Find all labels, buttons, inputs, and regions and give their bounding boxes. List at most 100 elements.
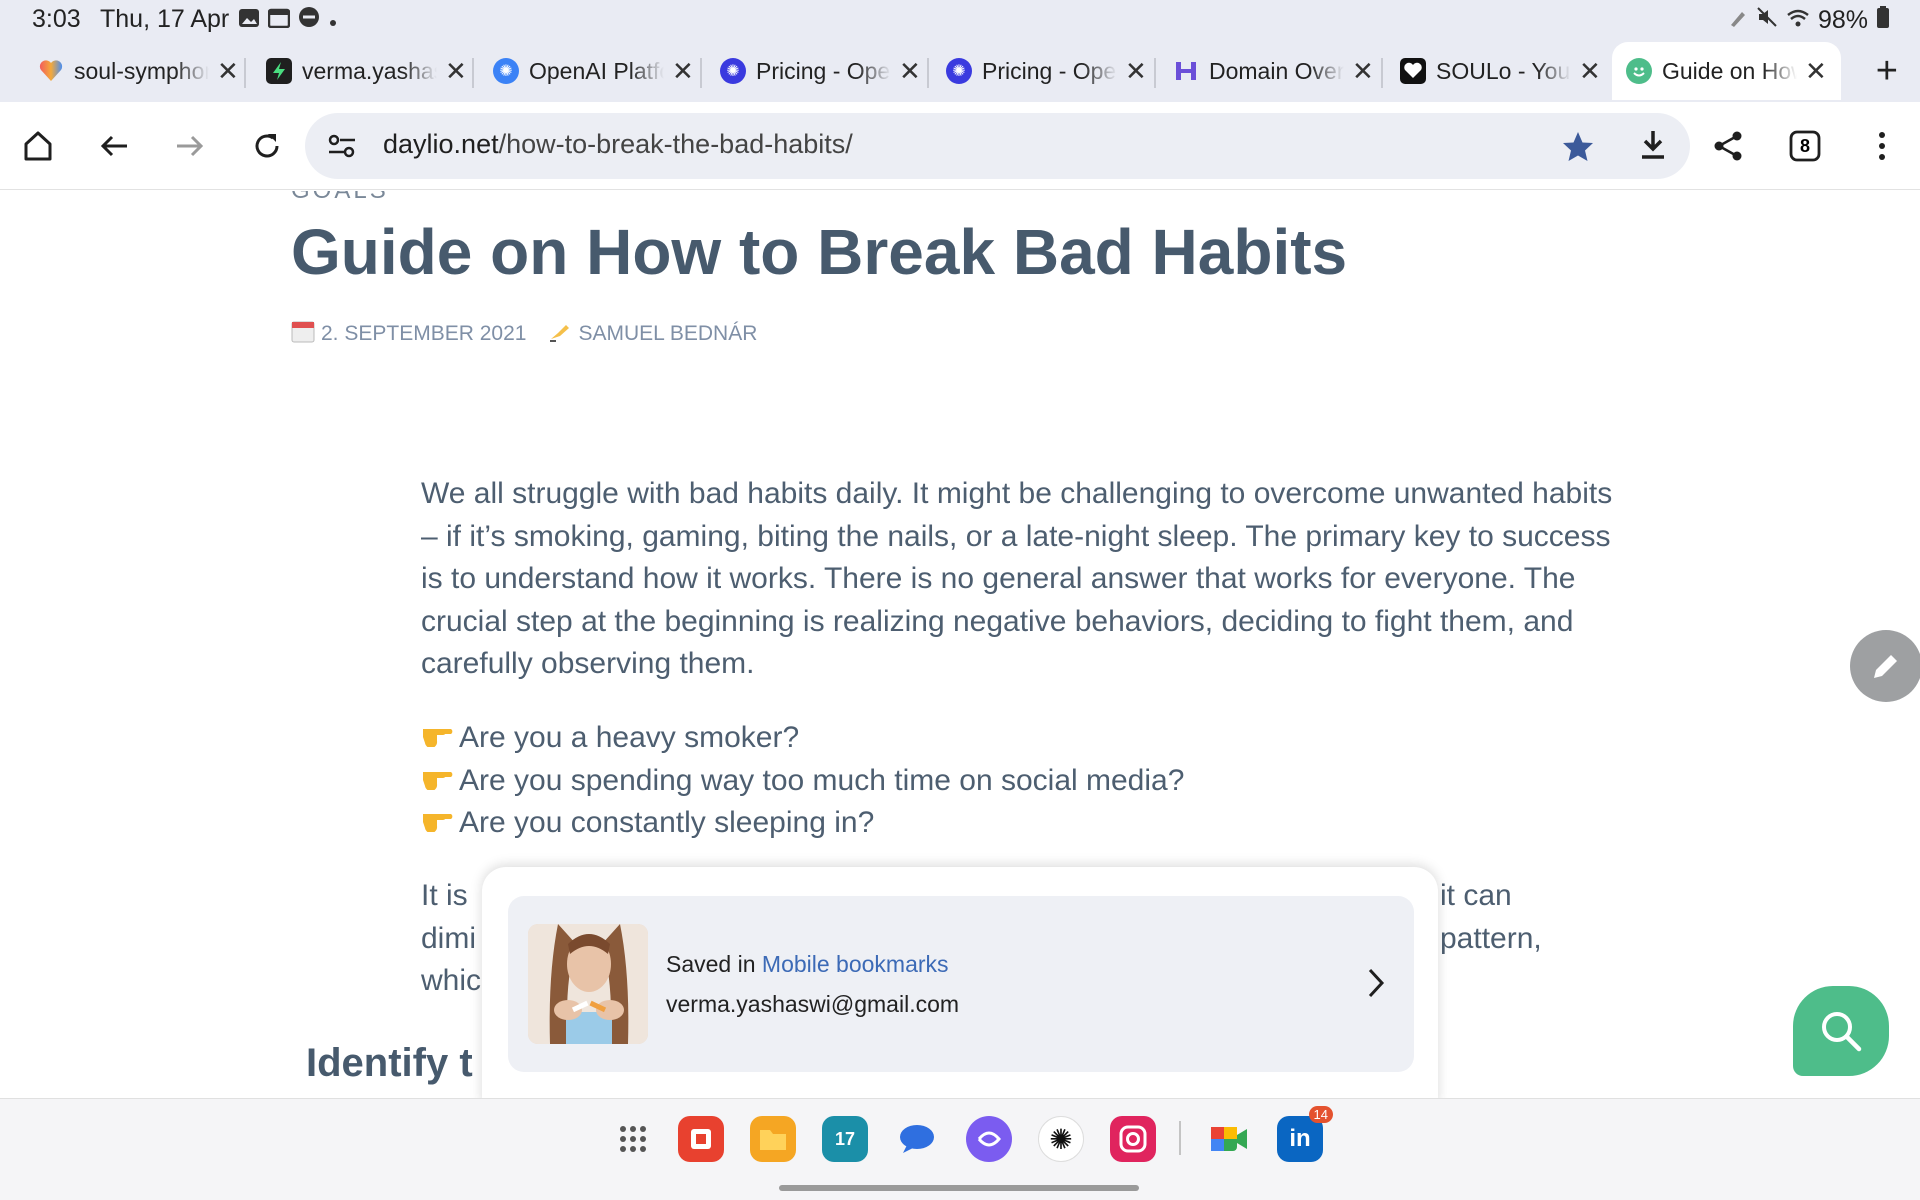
tab-title: soul-symphony (74, 57, 209, 84)
instagram-app-icon[interactable] (1110, 1116, 1156, 1162)
system-status: 98% (1728, 5, 1890, 36)
tab-title: Domain Overview (1209, 57, 1344, 84)
browser-app-icon[interactable] (966, 1116, 1012, 1162)
back-icon[interactable] (92, 124, 136, 168)
notes-app-icon[interactable] (678, 1116, 724, 1162)
download-icon[interactable] (1636, 128, 1670, 167)
tab-title: Pricing - OpenAI (982, 57, 1117, 84)
pointing-hand-icon (421, 760, 459, 803)
tab-soulo[interactable]: SOULo - Your ✕ (1400, 42, 1601, 100)
tab-divider (1381, 58, 1383, 88)
tab-verma-yashaswi[interactable]: verma.yashaswi ✕ (266, 42, 467, 100)
article-category[interactable]: GOALS (291, 191, 389, 205)
article-intro-paragraph: We all struggle with bad habits daily. I… (421, 477, 1613, 680)
tab-soul-symphony[interactable]: soul-symphony ✕ (38, 42, 239, 100)
home-icon[interactable] (16, 124, 60, 168)
notification-icons (238, 6, 338, 35)
url-domain: daylio.net (383, 129, 499, 159)
section-heading: Identify t (306, 1041, 473, 1085)
files-app-icon[interactable] (750, 1116, 796, 1162)
partial-paragraph-right: it can pattern, (1440, 879, 1542, 955)
tab-title: verma.yashaswi (302, 57, 437, 84)
taskbar: 17 ✺ in 14 (0, 1098, 1920, 1200)
tab-openai-platform[interactable]: ✺ OpenAI Platform ✕ (493, 42, 694, 100)
dnd-icon (298, 6, 320, 35)
tab-divider (472, 58, 474, 88)
chevron-right-icon[interactable] (1366, 966, 1386, 1005)
tab-pricing-openai-1[interactable]: ✺ Pricing - OpenAI ✕ (720, 42, 921, 100)
tab-divider (244, 58, 246, 88)
close-tab-icon[interactable]: ✕ (672, 56, 694, 87)
url-text: daylio.net/how-to-break-the-bad-habits/ (383, 129, 853, 160)
article-author[interactable]: SAMUEL BEDNÁR (578, 322, 757, 346)
app-drawer-icon[interactable] (610, 1116, 656, 1162)
tab-title: Guide on How (1662, 57, 1797, 84)
tab-guide-active[interactable]: Guide on How ✕ (1612, 42, 1841, 100)
close-tab-icon[interactable]: ✕ (1805, 56, 1827, 87)
tab-divider (927, 58, 929, 88)
share-icon[interactable] (1706, 124, 1750, 168)
openai-icon: ✺ (946, 58, 972, 84)
close-tab-icon[interactable]: ✕ (445, 56, 467, 87)
battery-icon (1876, 5, 1890, 36)
status-time: 3:03 (32, 5, 81, 33)
heart-icon (38, 58, 64, 84)
heart-outline-icon (1400, 58, 1426, 84)
wifi-icon (1786, 6, 1810, 35)
search-icon (1822, 1012, 1862, 1052)
more-notifications-icon (328, 6, 338, 35)
close-tab-icon[interactable]: ✕ (899, 56, 921, 87)
tab-count: 8 (1799, 135, 1810, 156)
list-item: Are you spending way too much time on so… (421, 760, 1184, 803)
edit-fab[interactable] (1850, 630, 1920, 702)
tab-title: Pricing - OpenAI (756, 57, 891, 84)
calendar-app-icon[interactable]: 17 (822, 1116, 868, 1162)
bookmark-saved-card[interactable]: Saved in Mobile bookmarks verma.yashaswi… (508, 896, 1414, 1072)
bookmark-star-icon[interactable] (1561, 130, 1595, 169)
search-fab[interactable] (1793, 986, 1889, 1076)
pen-icon (1728, 6, 1748, 35)
tab-switcher-button[interactable]: 8 (1783, 124, 1827, 168)
close-tab-icon[interactable]: ✕ (1125, 56, 1147, 87)
forward-icon[interactable] (168, 124, 212, 168)
url-path: /how-to-break-the-bad-habits/ (498, 129, 853, 159)
site-settings-icon[interactable] (327, 133, 357, 164)
meet-app-icon[interactable] (1206, 1116, 1252, 1162)
mute-icon (1756, 6, 1778, 35)
article-date: 2. SEPTEMBER 2021 (321, 322, 527, 345)
account-email: verma.yashaswi@gmail.com (666, 991, 960, 1017)
linkedin-app-icon[interactable]: in 14 (1277, 1106, 1333, 1162)
status-date: Thu, 17 Apr (100, 5, 230, 33)
tab-strip: soul-symphony ✕ verma.yashaswi ✕ ✺ OpenA… (0, 38, 1920, 102)
browser-toolbar: daylio.net/how-to-break-the-bad-habits/ … (0, 102, 1920, 190)
pointing-hand-icon (421, 802, 459, 845)
battery-percent: 98% (1817, 6, 1868, 34)
tab-title: SOULo - Your (1436, 57, 1571, 84)
reload-icon[interactable] (245, 124, 289, 168)
daylio-icon (1626, 58, 1652, 84)
pointing-hand-icon (421, 717, 459, 760)
list-item: Are you constantly sleeping in? (421, 802, 1184, 845)
semrush-icon (1173, 58, 1199, 84)
more-menu-icon[interactable] (1860, 124, 1904, 168)
openai-icon: ✺ (493, 58, 519, 84)
tab-pricing-openai-2[interactable]: ✺ Pricing - OpenAI ✕ (946, 42, 1147, 100)
new-tab-icon[interactable]: + (1876, 50, 1898, 93)
calendar-icon (291, 319, 315, 349)
tab-divider (1154, 58, 1156, 88)
close-tab-icon[interactable]: ✕ (217, 56, 239, 87)
pencil-icon (1874, 655, 1897, 678)
chatgpt-app-icon[interactable]: ✺ (1038, 1116, 1084, 1162)
gallery-icon (238, 6, 260, 35)
close-tab-icon[interactable]: ✕ (1352, 56, 1374, 87)
partial-paragraph-left: It is dimi whic (421, 879, 482, 997)
openai-icon: ✺ (720, 58, 746, 84)
close-tab-icon[interactable]: ✕ (1579, 56, 1601, 87)
list-item: Are you a heavy smoker? (421, 717, 1184, 760)
home-gesture-bar[interactable] (779, 1185, 1139, 1191)
messages-app-icon[interactable] (894, 1116, 940, 1162)
address-bar[interactable]: daylio.net/how-to-break-the-bad-habits/ (305, 113, 1690, 179)
tab-domain-overview[interactable]: Domain Overview ✕ (1173, 42, 1374, 100)
bookmark-folder-link[interactable]: Mobile bookmarks (762, 951, 949, 977)
tab-divider (700, 58, 702, 88)
